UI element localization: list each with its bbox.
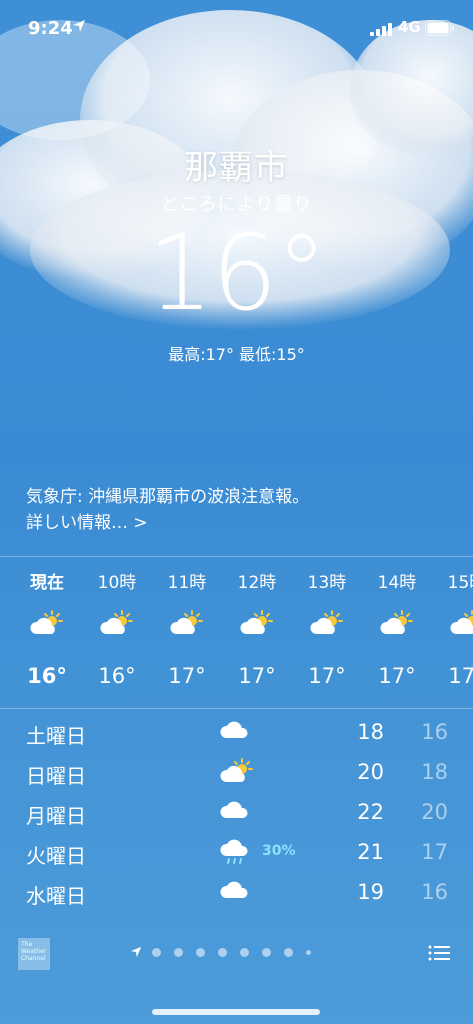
location-arrow-icon: [130, 946, 142, 958]
daily-high: 18: [357, 720, 384, 744]
daily-high: 19: [357, 880, 384, 904]
daily-high: 21: [357, 840, 384, 864]
daily-low: 16: [421, 880, 448, 904]
cloud-icon: [220, 878, 250, 904]
alert-more-link[interactable]: 詳しい情報… >: [26, 510, 309, 536]
day-name: 土曜日: [26, 724, 86, 748]
daily-low: 17: [421, 840, 448, 864]
page-dot[interactable]: [306, 950, 311, 955]
page-dot[interactable]: [284, 948, 293, 957]
city-name: 那覇市: [184, 148, 289, 188]
hourly-time: 15時: [447, 573, 473, 593]
signal-icon: [370, 23, 392, 36]
page-dot[interactable]: [152, 948, 161, 957]
day-name: 水曜日: [26, 884, 86, 908]
daily-low: 20: [421, 800, 448, 824]
precipitation-chance: 30%: [262, 843, 296, 859]
status-time: 9:24: [28, 18, 73, 39]
partly-sunny-icon: [240, 610, 274, 640]
page-dot[interactable]: [240, 948, 249, 957]
hourly-time: 14時: [377, 573, 417, 593]
hourly-temperature: 17°: [378, 664, 416, 688]
bottom-toolbar: The Weather Channel: [0, 930, 473, 980]
day-name: 日曜日: [26, 764, 86, 788]
weather-alert[interactable]: 気象庁: 沖縄県那覇市の波浪注意報。 詳しい情報… >: [26, 484, 309, 536]
hourly-forecast[interactable]: 現在 16° 10時 16° 11時 17° 12時 17° 13時 17° 14時 17° 15時 17…: [0, 560, 473, 708]
page-dot[interactable]: [262, 948, 271, 957]
hourly-time: 現在: [30, 573, 64, 593]
hourly-time: 12時: [237, 573, 277, 593]
daily-low: 16: [421, 720, 448, 744]
partly-sunny-icon: [450, 610, 473, 640]
hourly-temperature: 16°: [27, 664, 67, 688]
home-indicator[interactable]: [152, 1009, 320, 1015]
cloud-icon: [220, 718, 250, 744]
hourly-temperature: 17°: [238, 664, 276, 688]
daily-row: 月曜日 22 20: [0, 792, 473, 832]
daily-row: 火曜日 30% 21 17: [0, 832, 473, 872]
partly-sunny-icon: [380, 610, 414, 640]
daily-row: 土曜日 18 16: [0, 712, 473, 752]
day-name: 火曜日: [26, 844, 86, 868]
page-dot[interactable]: [174, 948, 183, 957]
partly-sunny-icon: [100, 610, 134, 640]
daily-row: 日曜日 20 18: [0, 752, 473, 792]
daily-low: 18: [421, 760, 448, 784]
current-temperature: 16°: [147, 212, 327, 334]
hourly-time: 11時: [167, 573, 207, 593]
list-icon[interactable]: [428, 944, 450, 962]
day-name: 月曜日: [26, 804, 86, 828]
divider: [0, 708, 473, 709]
divider: [0, 556, 473, 557]
hourly-time: 13時: [307, 573, 347, 593]
partly-sunny-icon: [170, 610, 204, 640]
hourly-temperature: 17°: [168, 664, 206, 688]
partly-sunny-icon: [30, 610, 64, 640]
battery-icon: [425, 20, 454, 36]
network-type: 4G: [398, 18, 421, 36]
partly-sunny-icon: [310, 610, 344, 640]
hourly-temperature: 17°: [308, 664, 346, 688]
high-low-temperature: 最高:17° 最低:15°: [168, 345, 305, 364]
rain-cloud-icon: [220, 838, 250, 870]
daily-high: 22: [357, 800, 384, 824]
daily-row: 水曜日 19 16: [0, 872, 473, 912]
hourly-temperature: 17°: [448, 664, 473, 688]
hourly-time: 10時: [97, 573, 137, 593]
location-arrow-icon: [73, 20, 85, 32]
page-dot[interactable]: [196, 948, 205, 957]
daily-high: 20: [357, 760, 384, 784]
page-dot[interactable]: [218, 948, 227, 957]
weather-channel-logo[interactable]: The Weather Channel: [18, 938, 50, 970]
status-bar: 9:24 4G: [0, 0, 473, 60]
alert-text: 気象庁: 沖縄県那覇市の波浪注意報。: [26, 487, 310, 507]
hourly-temperature: 16°: [98, 664, 136, 688]
cloud-icon: [220, 798, 250, 824]
partly-sunny-icon: [220, 758, 254, 788]
